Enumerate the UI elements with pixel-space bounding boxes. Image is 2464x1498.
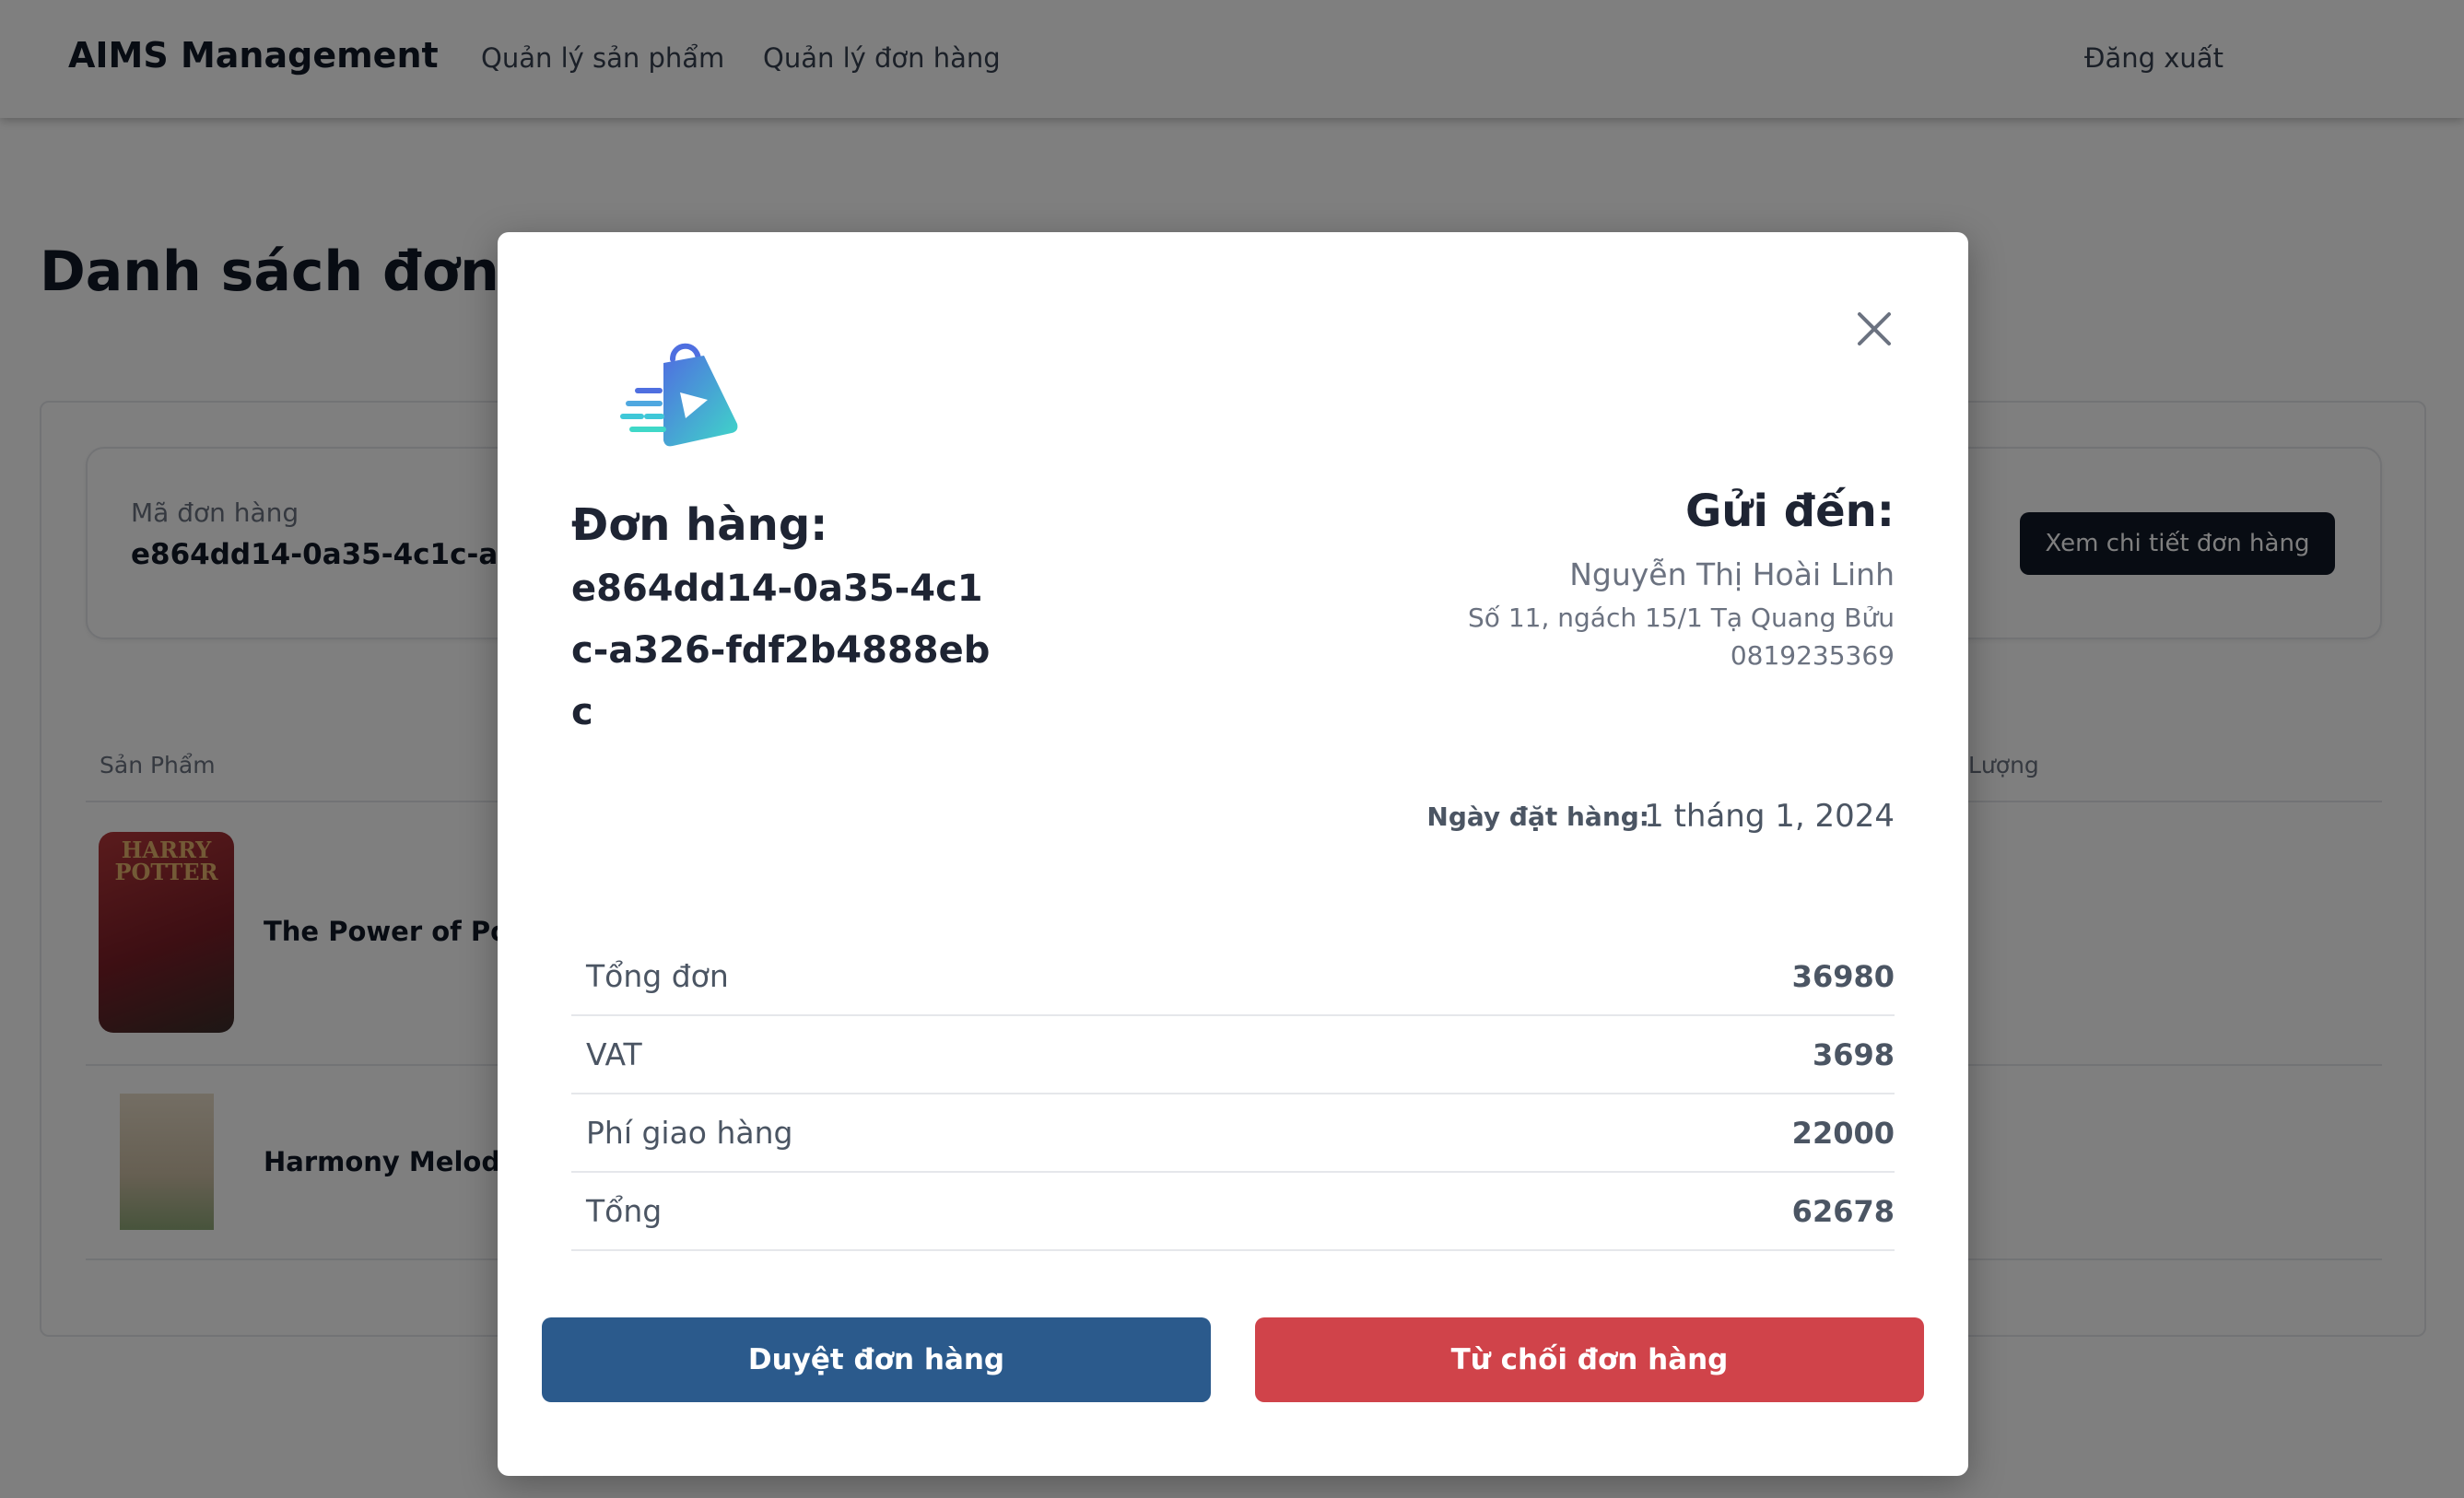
summary-label: Tổng đơn	[586, 958, 729, 994]
summary-label: Tổng	[586, 1193, 663, 1229]
order-summary-table: Tổng đơn 36980 VAT 3698 Phí giao hàng 22…	[571, 938, 1895, 1251]
order-detail-modal: Đơn hàng: e864dd14-0a35-4c1c-a326-fdf2b4…	[498, 232, 1968, 1476]
summary-value: 62678	[1791, 1193, 1895, 1229]
summary-label: VAT	[586, 1036, 642, 1072]
summary-row-vat: VAT 3698	[571, 1016, 1895, 1094]
summary-row-total: Tổng 62678	[571, 1173, 1895, 1251]
summary-value: 36980	[1791, 958, 1895, 994]
recipient-name: Nguyễn Thị Hoài Linh	[1569, 556, 1895, 592]
summary-row-shipping: Phí giao hàng 22000	[571, 1094, 1895, 1173]
summary-value: 22000	[1791, 1115, 1895, 1151]
order-date-label: Ngày đặt hàng:	[1426, 802, 1649, 832]
shopping-bag-logo-icon	[620, 343, 738, 447]
summary-value: 3698	[1812, 1036, 1895, 1072]
approve-order-button[interactable]: Duyệt đơn hàng	[542, 1317, 1211, 1402]
order-date-value: 1 tháng 1, 2024	[1644, 798, 1895, 835]
reject-order-button[interactable]: Từ chối đơn hàng	[1255, 1317, 1924, 1402]
send-to-label: Gửi đến:	[1684, 486, 1895, 537]
summary-row-subtotal: Tổng đơn 36980	[571, 938, 1895, 1016]
recipient-phone: 0819235369	[1730, 640, 1895, 671]
modal-order-id: e864dd14-0a35-4c1c-a326-fdf2b4888ebc	[571, 568, 991, 733]
recipient-address: Số 11, ngách 15/1 Tạ Quang Bửu	[1468, 603, 1895, 633]
summary-label: Phí giao hàng	[586, 1115, 793, 1151]
close-icon[interactable]	[1854, 309, 1895, 349]
order-label: Đơn hàng:	[571, 499, 828, 551]
